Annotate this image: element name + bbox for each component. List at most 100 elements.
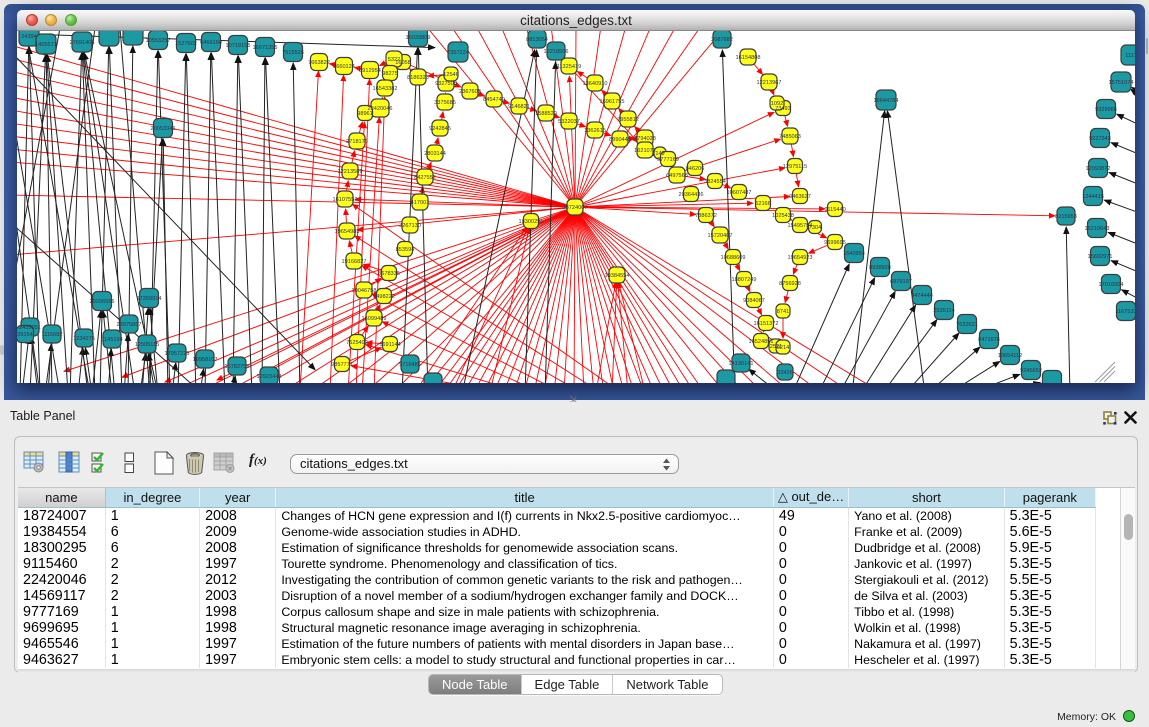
svg-text:12505115: 12505115 — [135, 342, 159, 348]
svg-text:16099489: 16099489 — [362, 316, 387, 322]
svg-text:16210643: 16210643 — [1085, 226, 1110, 232]
svg-text:17957225: 17957225 — [165, 351, 190, 357]
svg-text:12975115: 12975115 — [783, 164, 807, 170]
svg-text:1025438: 1025438 — [772, 213, 794, 219]
svg-text:7485063: 7485063 — [779, 134, 801, 140]
svg-text:9777169: 9777169 — [657, 157, 679, 163]
svg-text:12923448: 12923448 — [257, 374, 282, 380]
svg-text:16107552: 16107552 — [333, 197, 358, 203]
svg-text:23975867: 23975867 — [117, 322, 142, 328]
svg-text:18724007: 18724007 — [563, 205, 588, 211]
svg-text:15751074: 15751074 — [1109, 80, 1134, 86]
svg-text:19654923: 19654923 — [788, 255, 813, 261]
svg-text:1167533: 1167533 — [1115, 309, 1135, 315]
svg-text:2087682: 2087682 — [711, 37, 733, 43]
svg-text:19218506: 19218506 — [544, 49, 569, 55]
svg-text:10654112: 10654112 — [998, 353, 1022, 359]
svg-text:9329966: 9329966 — [1095, 107, 1117, 113]
svg-text:27691406: 27691406 — [70, 40, 95, 46]
svg-text:9474444: 9474444 — [911, 293, 933, 299]
svg-text:16543382: 16543382 — [373, 86, 398, 92]
svg-text:8938928: 8938928 — [869, 265, 891, 271]
svg-text:1092: 1092 — [771, 101, 783, 107]
svg-text:8990445: 8990445 — [609, 137, 631, 143]
svg-text:9227343: 9227343 — [1089, 136, 1111, 142]
svg-text:7632621: 7632621 — [956, 322, 978, 328]
svg-text:16782759: 16782759 — [225, 364, 250, 370]
svg-text:12546: 12546 — [443, 72, 459, 78]
svg-text:8186323: 8186323 — [407, 75, 429, 81]
svg-text:11325419: 11325419 — [557, 64, 581, 70]
svg-text:8660124: 8660124 — [333, 64, 355, 70]
svg-text:16671355: 16671355 — [253, 45, 278, 51]
svg-text:9214: 9214 — [777, 345, 789, 351]
svg-text:13640910: 13640910 — [583, 81, 608, 87]
svg-text:1234275: 1234275 — [73, 336, 95, 342]
svg-text:14136141: 14136141 — [729, 361, 754, 367]
svg-text:8678335: 8678335 — [378, 271, 400, 277]
svg-text:16033809: 16033809 — [406, 35, 431, 41]
svg-text:19958107: 19958107 — [193, 357, 218, 363]
svg-text:98961: 98961 — [357, 111, 373, 117]
svg-text:15720407: 15720407 — [708, 233, 733, 239]
svg-text:6794028: 6794028 — [634, 136, 656, 142]
svg-text:8741: 8741 — [777, 309, 789, 315]
svg-text:39154: 39154 — [17, 332, 33, 338]
svg-text:3267130: 3267130 — [399, 223, 421, 229]
svg-text:15692971: 15692971 — [1088, 254, 1113, 260]
svg-text:8427552: 8427552 — [414, 175, 436, 181]
svg-text:19166827: 19166827 — [342, 259, 367, 265]
svg-text:9857771: 9857771 — [331, 362, 353, 368]
svg-text:9327508: 9327508 — [435, 81, 457, 87]
svg-text:9699695: 9699695 — [824, 240, 846, 246]
svg-text:19384554: 19384554 — [605, 273, 630, 279]
svg-text:5322: 5322 — [388, 57, 400, 63]
svg-text:6879197: 6879197 — [890, 279, 912, 285]
svg-text:20053346: 20053346 — [151, 126, 176, 132]
svg-text:10719155: 10719155 — [226, 43, 251, 49]
svg-text:1117: 1117 — [1125, 53, 1135, 59]
svg-text:8471676: 8471676 — [978, 337, 1000, 343]
svg-text:7625402: 7625402 — [346, 340, 368, 346]
svg-text:1640954: 1640954 — [843, 251, 865, 257]
svg-text:12093872: 12093872 — [1086, 166, 1111, 172]
svg-text:8756928: 8756928 — [779, 281, 801, 287]
svg-text:2367608: 2367608 — [459, 89, 481, 95]
svg-text:2435051: 2435051 — [19, 325, 41, 331]
svg-text:7515526: 7515526 — [282, 50, 304, 56]
svg-text:2718176: 2718176 — [346, 139, 368, 145]
svg-text:8454749: 8454749 — [483, 97, 505, 103]
svg-text:9498222: 9498222 — [373, 294, 395, 300]
svg-text:1527602: 1527602 — [175, 41, 197, 47]
svg-text:3375685: 3375685 — [434, 100, 456, 106]
svg-text:10607487: 10607487 — [727, 190, 752, 196]
svg-text:1115682: 1115682 — [42, 332, 63, 338]
svg-text:7663822: 7663822 — [308, 60, 330, 66]
svg-text:16154808: 16154808 — [736, 55, 761, 61]
svg-text:6497568: 6497568 — [666, 173, 688, 179]
svg-text:9716485: 9716485 — [399, 362, 421, 368]
svg-text:1244415: 1244415 — [1082, 194, 1104, 200]
svg-text:10553257: 10553257 — [146, 38, 171, 44]
svg-text:417001: 417001 — [411, 200, 430, 206]
svg-text:18300295: 18300295 — [519, 219, 544, 225]
svg-text:9115440: 9115440 — [824, 207, 845, 213]
svg-text:1621072: 1621072 — [634, 148, 656, 154]
svg-text:7886372: 7886372 — [695, 213, 717, 219]
svg-text:7955812: 7955812 — [617, 117, 639, 123]
svg-text:1405571: 1405571 — [35, 42, 57, 48]
svg-text:2803144: 2803144 — [424, 151, 446, 157]
svg-text:17016504: 17016504 — [1099, 282, 1124, 288]
svg-text:98275: 98275 — [382, 71, 398, 77]
svg-text:9146821: 9146821 — [508, 104, 530, 110]
svg-text:16644784: 16644784 — [874, 98, 899, 104]
svg-text:12213967: 12213967 — [757, 80, 782, 86]
svg-text:9084067: 9084067 — [743, 298, 765, 304]
svg-text:24394: 24394 — [21, 34, 37, 40]
svg-text:3824554: 3824554 — [704, 179, 726, 185]
svg-text:8813054: 8813054 — [526, 37, 548, 43]
svg-text:20364436: 20364436 — [679, 192, 704, 198]
svg-text:6466160: 6466160 — [200, 40, 222, 46]
svg-text:9242845: 9242845 — [429, 126, 451, 132]
svg-text:2935114: 2935114 — [933, 308, 954, 314]
